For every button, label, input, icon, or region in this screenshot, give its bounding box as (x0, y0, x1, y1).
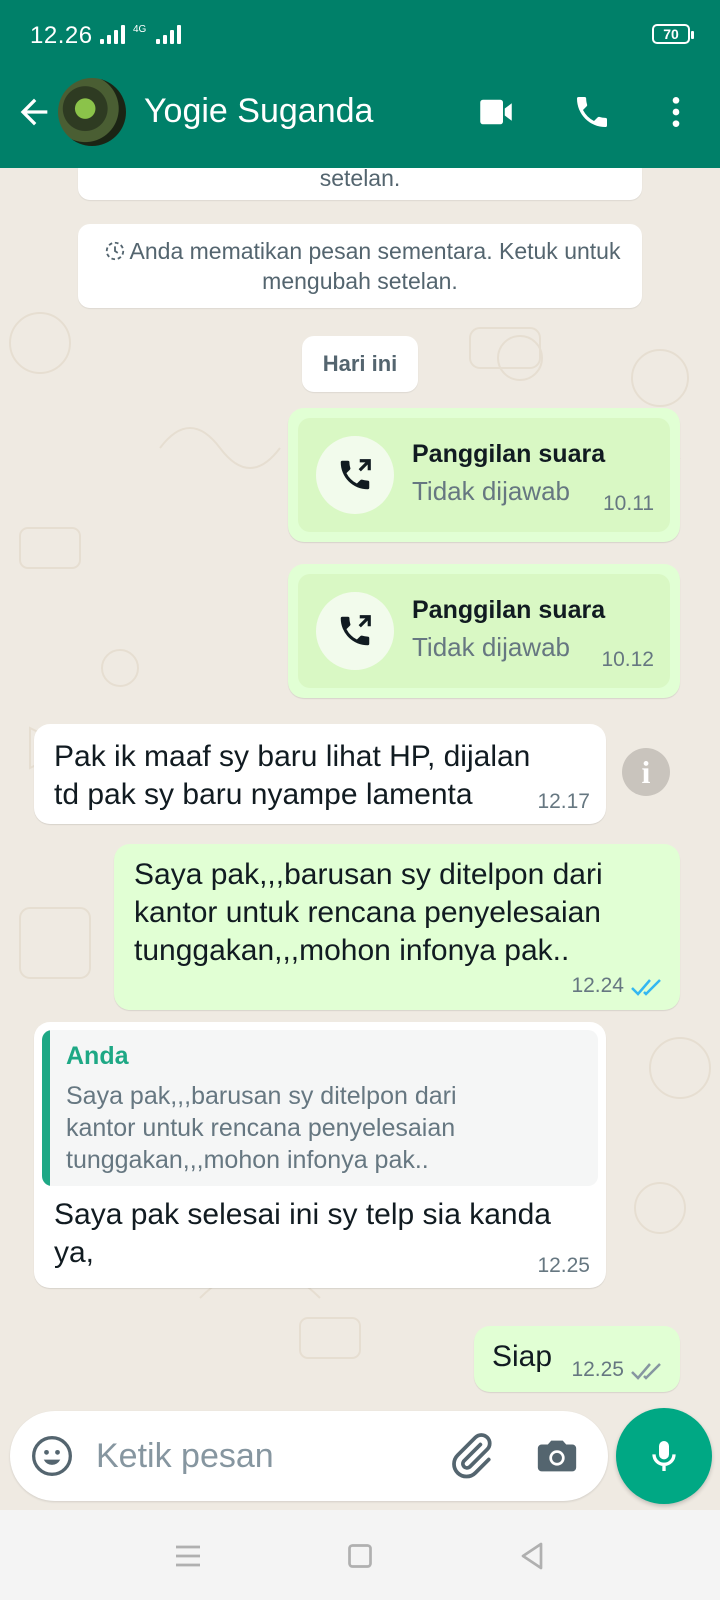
emoji-icon[interactable] (30, 1434, 74, 1478)
outgoing-call-icon (340, 459, 371, 490)
call-title: Panggilan suara (412, 596, 606, 624)
message-text-line: tunggakan,,,mohon infonya pak.. (134, 934, 570, 967)
avatar[interactable] (58, 78, 126, 146)
signal-icons: 4G (100, 24, 182, 44)
message-time: 12.17 (537, 790, 590, 813)
quoted-message[interactable]: Anda Saya pak,,,barusan sy ditelpon dari… (42, 1030, 598, 1186)
call-card[interactable]: Panggilan suara Tidak dijawab 10.12 (298, 574, 670, 688)
chat-header: Yogie Suganda (0, 70, 720, 168)
message-time: 12.25 (571, 1358, 624, 1381)
quote-line: tunggakan,,,mohon infonya pak.. (66, 1146, 429, 1174)
more-vert-icon (672, 97, 680, 127)
message-text-line: ya, (54, 1236, 95, 1269)
missed-call-bubble[interactable]: Panggilan suara Tidak dijawab 10.11 (288, 408, 680, 542)
message-text-line: td pak sy baru nyampe lamenta (54, 778, 473, 811)
quote-text: Saya pak,,,barusan sy ditelpon dari kant… (66, 1080, 582, 1176)
home-icon[interactable] (342, 1538, 378, 1574)
system-navigation-bar (0, 1510, 720, 1600)
video-call-icon (480, 99, 512, 125)
message-time: 12.24 (571, 974, 624, 997)
call-status: Tidak dijawab (412, 476, 571, 506)
outgoing-call-icon (340, 615, 371, 646)
message-text-line: kantor untuk rencana penyelesaian (134, 896, 601, 929)
phone-icon (577, 97, 607, 127)
arrow-left-icon (20, 98, 48, 126)
voice-message-button[interactable] (616, 1408, 712, 1504)
info-icon[interactable]: i (622, 748, 670, 796)
signal-icon-1 (100, 24, 125, 44)
signal-icon-2 (156, 24, 182, 44)
outgoing-message[interactable]: Saya pak,,,barusan sy ditelpon dari kant… (114, 844, 680, 1010)
call-icon-circle (316, 592, 394, 670)
missed-call-bubble[interactable]: Panggilan suara Tidak dijawab 10.12 (288, 564, 680, 698)
network-type: 4G (133, 24, 147, 35)
call-icon-circle (316, 436, 394, 514)
delivered-ticks-icon (631, 1363, 661, 1380)
menu-icon[interactable] (170, 1538, 206, 1574)
more-options-button[interactable] (654, 90, 698, 134)
quote-line: Saya pak,,,barusan sy ditelpon dari (66, 1082, 457, 1110)
call-title: Panggilan suara (412, 440, 606, 468)
status-time: 12.26 (30, 22, 93, 49)
message-time: 10.12 (601, 648, 654, 671)
message-text-line: Saya pak,,,barusan sy ditelpon dari (134, 858, 603, 891)
system-message-cutoff[interactable]: setelan. (78, 168, 642, 200)
video-call-button[interactable] (474, 90, 518, 134)
camera-icon[interactable] (534, 1433, 580, 1479)
timer-icon (105, 241, 125, 261)
message-text-line: Saya pak selesai ini sy telp sia kanda (54, 1198, 551, 1231)
quote-author: Anda (66, 1042, 129, 1070)
outgoing-message[interactable]: Siap 12.25 (474, 1326, 680, 1392)
disappearing-messages-notice[interactable]: Anda mematikan pesan sementara. Ketuk un… (78, 224, 642, 308)
battery-icon: 70 (652, 24, 694, 44)
date-divider: Hari ini (302, 336, 418, 392)
back-nav-icon[interactable] (514, 1538, 550, 1574)
call-card[interactable]: Panggilan suara Tidak dijawab 10.11 (298, 418, 670, 532)
message-time: 10.11 (603, 492, 654, 515)
call-status: Tidak dijawab (412, 632, 571, 662)
quote-line: kantor untuk rencana penyelesaian (66, 1114, 456, 1142)
mic-icon (652, 1441, 676, 1471)
chat-area[interactable]: setelan. Anda mematikan pesan sementara.… (0, 168, 720, 1411)
incoming-reply-message[interactable]: Anda Saya pak,,,barusan sy ditelpon dari… (34, 1022, 606, 1288)
incoming-message[interactable]: Pak ik maaf sy baru lihat HP, dijalan td… (34, 724, 606, 824)
message-text-line: Pak ik maaf sy baru lihat HP, dijalan (54, 740, 531, 773)
message-time: 12.25 (537, 1254, 590, 1277)
message-text-line: Siap (492, 1340, 553, 1373)
back-button[interactable] (14, 92, 54, 132)
read-ticks-icon (631, 979, 661, 996)
paperclip-icon[interactable] (446, 1431, 496, 1481)
message-input[interactable] (96, 1431, 426, 1481)
contact-name[interactable]: Yogie Suganda (144, 92, 373, 131)
message-composer (10, 1411, 608, 1501)
voice-call-button[interactable] (570, 90, 614, 134)
quote-accent-bar (42, 1030, 50, 1186)
status-bar: 12.26 4G 70 (0, 0, 720, 70)
